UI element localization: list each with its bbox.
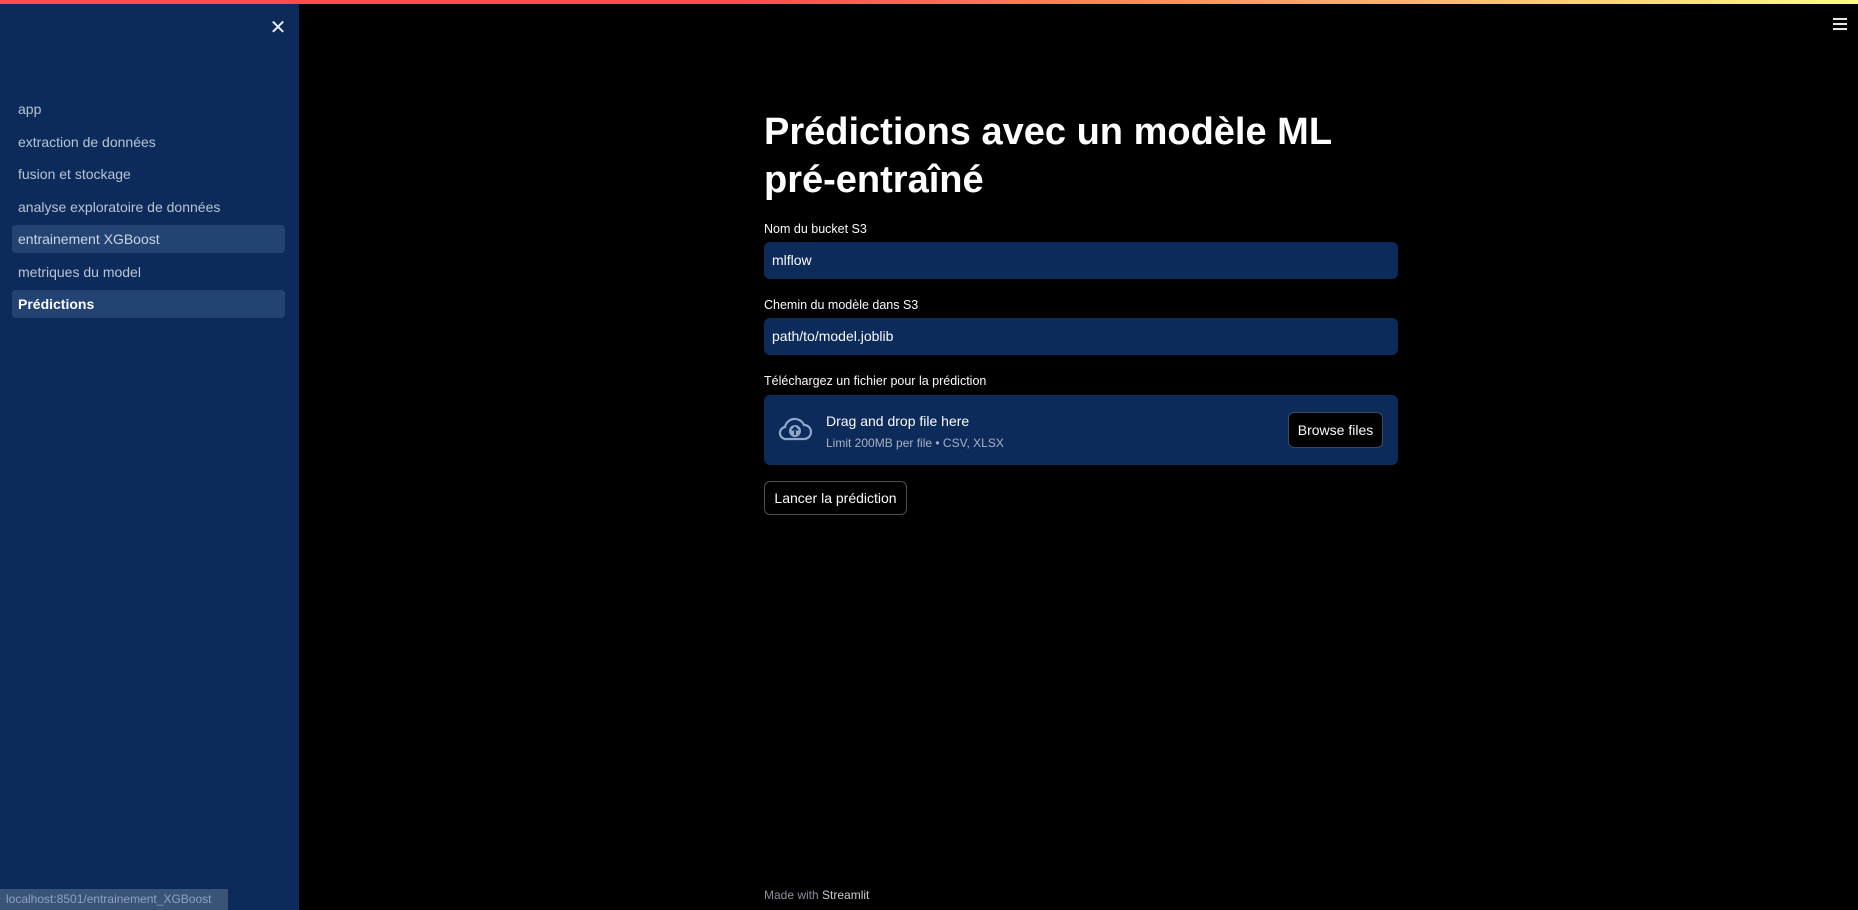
close-icon[interactable]: ✕ xyxy=(268,18,288,38)
sidebar-item-app[interactable]: app xyxy=(12,95,285,123)
status-bar-url: localhost:8501/entrainement_XGBoost xyxy=(0,889,228,910)
bucket-input[interactable] xyxy=(764,242,1398,279)
sidebar-item-extraction[interactable]: extraction de données xyxy=(12,128,285,156)
sidebar-item-fusion[interactable]: fusion et stockage xyxy=(12,160,285,188)
cloud-upload-icon xyxy=(778,417,812,441)
top-accent-bar xyxy=(0,0,1858,4)
sidebar-item-predictions[interactable]: Prédictions xyxy=(12,290,285,318)
hamburger-menu-icon[interactable] xyxy=(1833,18,1847,30)
page-title: Prédictions avec un modèle ML pré-entraî… xyxy=(764,111,1332,201)
sidebar: ✕ app extraction de données fusion et st… xyxy=(0,0,299,910)
model-path-label: Chemin du modèle dans S3 xyxy=(764,298,919,312)
streamlit-link[interactable]: Streamlit xyxy=(822,888,869,902)
footer: Made with Streamlit xyxy=(764,888,869,902)
file-dropzone[interactable]: Drag and drop file here Limit 200MB per … xyxy=(764,395,1398,465)
sidebar-item-analyse[interactable]: analyse exploratoire de données xyxy=(12,193,285,221)
bucket-label: Nom du bucket S3 xyxy=(764,222,867,236)
sidebar-nav: app extraction de données fusion et stoc… xyxy=(12,95,285,323)
dropzone-title: Drag and drop file here xyxy=(826,413,970,429)
uploader-label: Téléchargez un fichier pour la prédictio… xyxy=(764,374,987,388)
model-path-input[interactable] xyxy=(764,318,1398,355)
browse-files-button[interactable]: Browse files xyxy=(1288,412,1383,448)
sidebar-item-entrainement[interactable]: entrainement XGBoost xyxy=(12,225,285,253)
footer-made-with: Made with xyxy=(764,888,819,902)
dropzone-limit-text: Limit 200MB per file • CSV, XLSX xyxy=(826,436,1004,450)
sidebar-item-metriques[interactable]: metriques du model xyxy=(12,258,285,286)
run-prediction-button[interactable]: Lancer la prédiction xyxy=(764,481,907,515)
